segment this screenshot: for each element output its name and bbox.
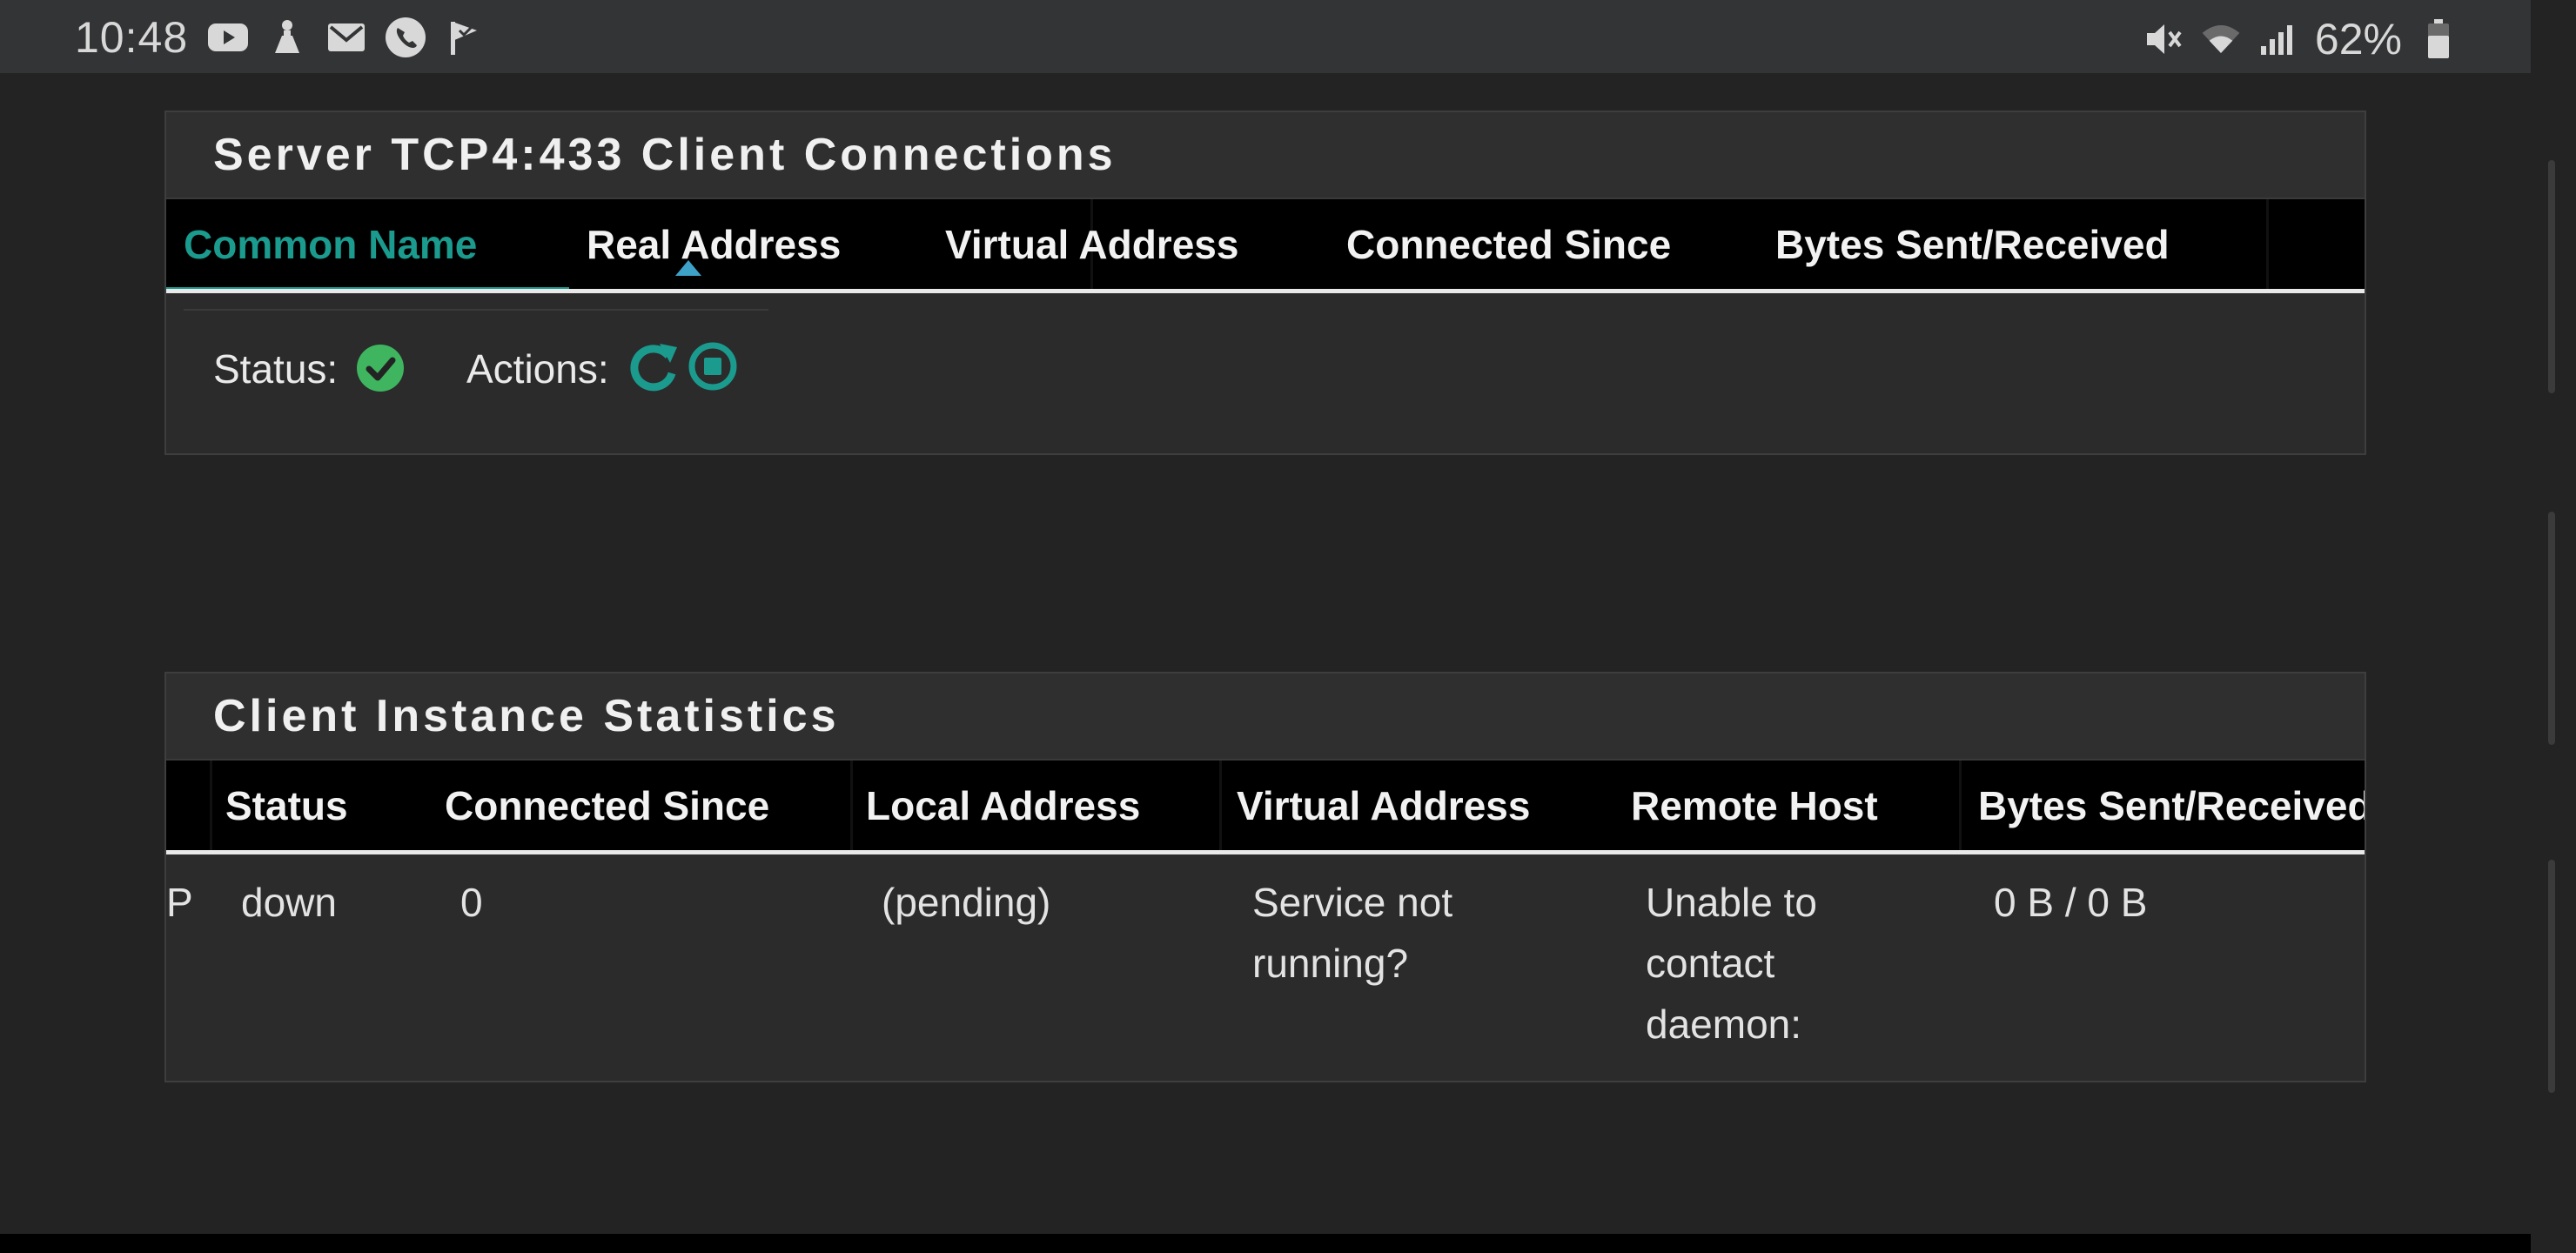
table-row: P down 0 (pending) Service not running? … — [166, 854, 2365, 1081]
column-header-status[interactable]: Status — [225, 761, 348, 850]
column-separator — [210, 761, 212, 850]
status-actions-row: Status: Actions: — [166, 293, 2365, 452]
status-bar: 10:48 62% — [0, 0, 2531, 73]
stop-icon[interactable] — [688, 342, 737, 395]
mute-icon — [2143, 19, 2184, 59]
column-header-bytes[interactable]: Bytes Sent/Received — [1775, 199, 2170, 289]
column-separator — [1959, 761, 1962, 850]
column-header-bytes[interactable]: Bytes Sent/Received — [1978, 761, 2365, 850]
active-sort-indicator — [166, 287, 569, 289]
column-separator — [850, 761, 853, 850]
column-header-virtual-address[interactable]: Virtual Address — [1237, 761, 1530, 850]
actions-label: Actions: — [466, 346, 609, 392]
navigation-bar — [0, 1234, 2531, 1253]
youtube-icon — [207, 17, 249, 57]
divider — [184, 309, 768, 311]
clock: 10:48 — [75, 13, 189, 62]
column-header-local-address[interactable]: Local Address — [866, 761, 1140, 850]
column-header-virtual-address[interactable]: Virtual Address — [945, 199, 1238, 289]
wifi-icon — [2200, 19, 2242, 59]
crane-icon — [266, 17, 308, 57]
battery-percent: 62% — [2314, 15, 2402, 64]
cell-remote-host-line3: daemon: — [1646, 1002, 1802, 1047]
check-flag-icon — [444, 17, 486, 57]
cell-local-address: (pending) — [882, 880, 1051, 925]
cell-remote-host-line2: contact — [1646, 941, 1775, 986]
restart-icon[interactable] — [630, 340, 679, 397]
server-connections-panel: Server TCP4:433 Client Connections Commo… — [164, 111, 2366, 455]
cell-name: P — [166, 880, 193, 925]
cell-connected-since: 0 — [460, 880, 483, 925]
client-statistics-panel: Client Instance Statistics Status Connec… — [164, 672, 2366, 1082]
gmail-icon — [325, 17, 367, 57]
table-header: Status Connected Since Local Address Vir… — [166, 761, 2365, 854]
panel-header: Client Instance Statistics — [166, 673, 2365, 761]
phone-icon — [385, 17, 426, 57]
cell-virtual-address-line2: running? — [1252, 941, 1409, 986]
column-header-connected-since[interactable]: Connected Since — [1346, 199, 1671, 289]
column-header-real-address[interactable]: Real Address — [587, 199, 841, 289]
panel-title: Client Instance Statistics — [213, 691, 840, 741]
status-label: Status: — [213, 346, 339, 392]
column-separator — [2266, 199, 2269, 289]
column-header-remote-host[interactable]: Remote Host — [1631, 761, 1878, 850]
scrollbar-thumb[interactable] — [2548, 512, 2555, 745]
signal-icon — [2257, 19, 2299, 59]
cell-remote-host-line1: Unable to — [1646, 880, 1817, 925]
table-header: Common Name Real Address Virtual Address… — [166, 199, 2365, 293]
scrollbar-thumb[interactable] — [2548, 160, 2555, 393]
scrollbar-thumb[interactable] — [2548, 860, 2555, 1093]
cell-virtual-address-line1: Service not — [1252, 880, 1453, 925]
panel-title: Server TCP4:433 Client Connections — [213, 130, 1117, 180]
column-header-common-name[interactable]: Common Name — [184, 199, 477, 289]
column-header-connected-since[interactable]: Connected Since — [445, 761, 769, 850]
panel-header: Server TCP4:433 Client Connections — [166, 112, 2365, 199]
status-ok-icon — [356, 344, 405, 397]
cell-status: down — [241, 880, 337, 925]
column-separator — [1219, 761, 1222, 850]
battery-icon — [2418, 19, 2459, 59]
cell-bytes: 0 B / 0 B — [1994, 880, 2148, 925]
